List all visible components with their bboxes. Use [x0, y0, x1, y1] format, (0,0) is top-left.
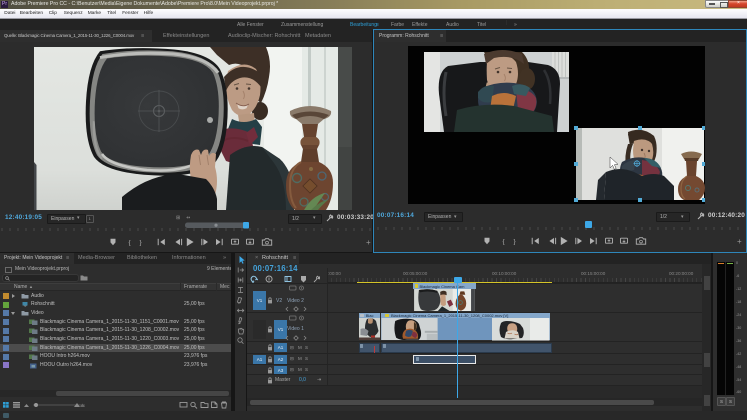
svg-text:}: } [140, 239, 143, 246]
svg-text:+: + [366, 238, 371, 247]
svg-text:{: { [503, 239, 506, 246]
svg-text:}: } [514, 239, 517, 246]
svg-text:+: + [737, 237, 742, 246]
svg-text:{: { [129, 239, 132, 246]
